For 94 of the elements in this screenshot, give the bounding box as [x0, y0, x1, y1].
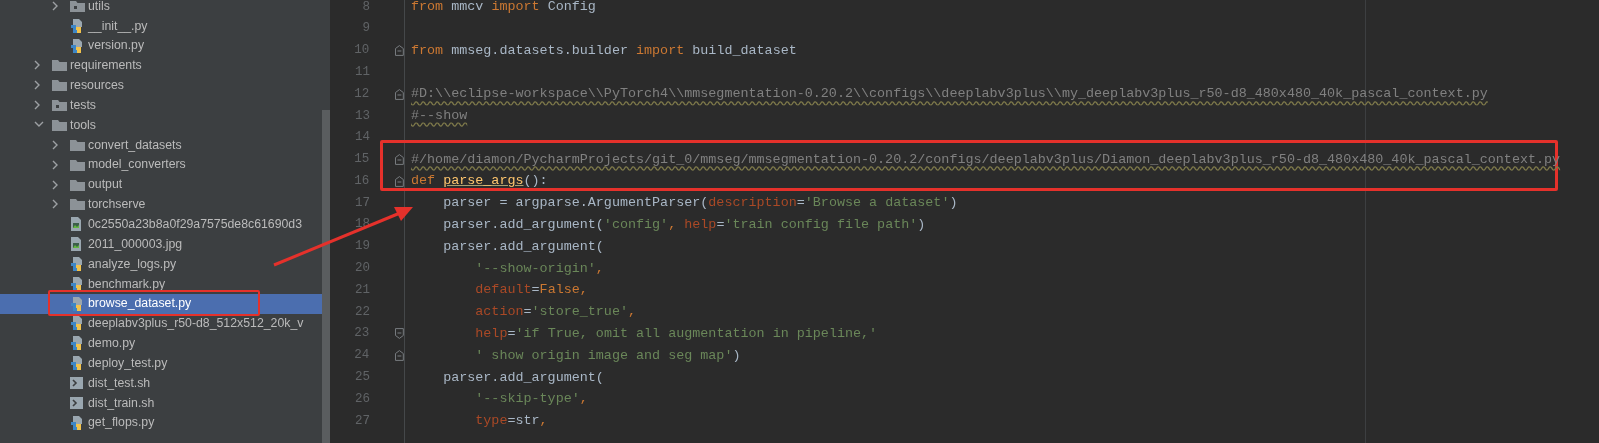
line-number: 16	[353, 172, 370, 190]
code-line: parser = argparse.ArgumentParser(description='Browse a dataset')	[442, 194, 958, 213]
tree-item[interactable]: version.py	[0, 35, 322, 56]
code-line: action='store_true',	[474, 303, 637, 322]
python-file-icon	[70, 296, 83, 311]
code-line: #D:\\eclipse-workspace\\PyTorch4\\mmsegmentation-0.20.2\\configs\\deeplabv3plus\\my_deeplabv3plus_r50-d8_480x480_40k_pascal_context.py	[411, 85, 1488, 104]
line-number: 21	[354, 281, 370, 299]
chevron-right-icon[interactable]	[52, 0, 59, 11]
tree-item[interactable]: dist_train.sh	[0, 392, 322, 413]
line-number: 9	[361, 20, 370, 38]
python-file-icon	[70, 276, 83, 291]
tree-item[interactable]: __init__.py	[0, 15, 322, 36]
python-file-icon	[70, 356, 83, 371]
scrollbar-thumb[interactable]	[322, 110, 330, 443]
line-number: 25	[354, 369, 370, 387]
fold-icon[interactable]	[395, 153, 404, 165]
line-number: 14	[354, 129, 370, 147]
chevron-down-icon[interactable]	[34, 121, 44, 129]
chevron-right-icon[interactable]	[34, 100, 41, 111]
image-file-icon	[70, 237, 82, 252]
line-number: 15	[353, 151, 370, 169]
fold-icon[interactable]	[395, 45, 404, 56]
line-number: 19	[354, 238, 370, 256]
tree-item[interactable]: analyze_logs.py	[0, 253, 322, 274]
code-line: parser.add_argument(	[442, 237, 604, 256]
terminal-file-icon	[70, 376, 83, 389]
line-number: 27	[354, 412, 370, 430]
python-file-icon	[70, 18, 83, 33]
tree-item[interactable]: demo.py	[0, 333, 322, 354]
python-file-icon	[70, 316, 83, 331]
code-line: '--show-origin',	[474, 259, 604, 278]
folder-icon	[70, 158, 85, 171]
tree-item[interactable]: tools	[0, 115, 322, 135]
tree-item[interactable]: utils	[0, 0, 322, 16]
tree-item[interactable]: dist_test.sh	[0, 373, 322, 393]
code-line: parser.add_argument(	[442, 368, 604, 387]
tree-item[interactable]: browse_dataset.py	[0, 293, 322, 314]
line-number: 20	[354, 260, 370, 278]
package-icon	[52, 99, 67, 112]
folder-icon	[70, 178, 85, 191]
tree-item[interactable]: requirements	[0, 55, 322, 76]
tree-item[interactable]: 2011_000003.jpg	[0, 234, 322, 254]
code-line: #--show	[411, 107, 468, 125]
line-number: 10	[353, 42, 370, 60]
tree-item[interactable]: torchserve	[0, 194, 322, 215]
code-line: default=False,	[474, 281, 588, 300]
tree-item[interactable]: output	[0, 174, 322, 195]
code-line: from mmseg.datasets.builder import build_dataset	[411, 41, 797, 60]
fold-icon[interactable]	[395, 88, 404, 100]
line-number: 23	[353, 325, 370, 343]
line-number: 8	[361, 0, 370, 16]
folder-icon	[70, 198, 85, 211]
folder-icon	[52, 79, 67, 92]
terminal-file-icon	[70, 396, 83, 409]
chevron-right-icon[interactable]	[52, 179, 59, 190]
chevron-right-icon[interactable]	[52, 159, 59, 170]
folder-icon	[52, 59, 67, 72]
python-file-icon	[70, 415, 83, 430]
code-line: ' show origin image and seg map')	[474, 346, 741, 365]
fold-icon[interactable]	[395, 328, 404, 340]
code-line: from mmcv import Config	[411, 0, 596, 16]
python-file-icon	[70, 336, 83, 351]
tree-item[interactable]: tests	[0, 95, 322, 116]
image-file-icon	[70, 217, 82, 232]
tree-item[interactable]: get_flops.py	[0, 412, 322, 433]
code-line: def parse_args():	[411, 172, 548, 191]
line-number: 11	[354, 63, 370, 81]
fold-icon[interactable]	[395, 350, 404, 362]
code-line: '--skip-type',	[474, 390, 588, 409]
chevron-right-icon[interactable]	[52, 199, 59, 210]
line-number: 26	[354, 390, 370, 408]
code-line: parser.add_argument('config', help='train config file path')	[442, 215, 926, 234]
tree-item[interactable]: benchmark.py	[0, 273, 322, 294]
line-number: 17	[354, 194, 370, 212]
line-number: 12	[353, 85, 370, 103]
python-file-icon	[70, 256, 83, 271]
chevron-right-icon[interactable]	[34, 60, 41, 71]
chevron-right-icon[interactable]	[52, 139, 59, 150]
folder-icon	[70, 138, 85, 151]
line-number: 24	[353, 347, 370, 365]
tree-item[interactable]: convert_datasets	[0, 134, 322, 155]
line-number: 13	[354, 107, 370, 125]
folder-icon	[52, 119, 67, 131]
tree-item[interactable]: deploy_test.py	[0, 353, 322, 374]
tree-item[interactable]: resources	[0, 75, 322, 96]
python-file-icon	[70, 38, 83, 53]
code-line: help='if True, omit all augmentation in pipeline,'	[474, 324, 878, 343]
tree-item[interactable]: 0c2550a23b8a0f29a7575de8c61690d3	[0, 214, 322, 235]
tree-item[interactable]: deeplabv3plus_r50-d8_512x512_20k_v	[0, 313, 322, 334]
fold-icon[interactable]	[395, 175, 404, 187]
chevron-right-icon[interactable]	[34, 80, 41, 91]
tree-item[interactable]: model_converters	[0, 154, 322, 175]
line-number: 22	[354, 303, 370, 321]
code-line: type=str,	[474, 412, 548, 431]
